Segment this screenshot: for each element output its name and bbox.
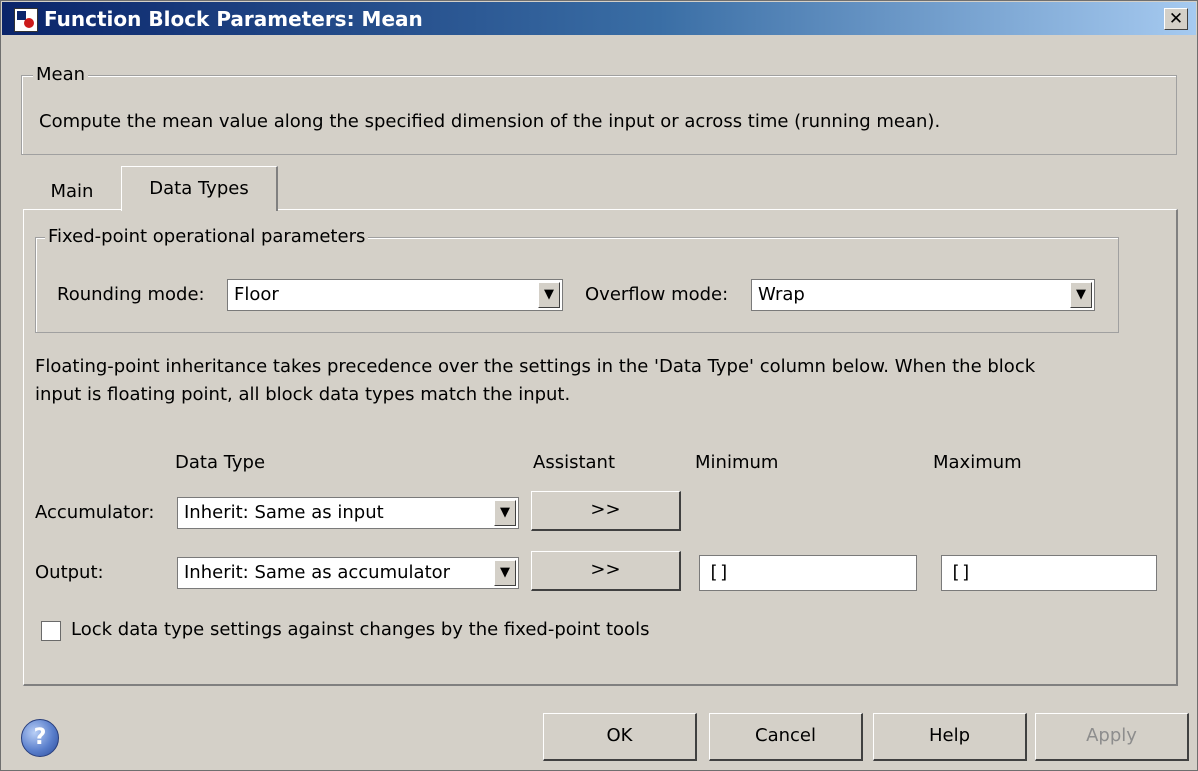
- chevron-down-icon[interactable]: ▼: [1070, 282, 1092, 308]
- overflow-mode-label: Overflow mode:: [585, 284, 729, 305]
- fixed-point-group-legend: Fixed-point operational parameters: [45, 227, 369, 247]
- title-bar[interactable]: Function Block Parameters: Mean ✕: [2, 2, 1196, 35]
- description-group-legend: Mean: [33, 65, 89, 85]
- lock-data-type-checkbox[interactable]: [41, 621, 61, 641]
- accumulator-data-type-select[interactable]: Inherit: Same as input ▼: [177, 497, 519, 529]
- chevron-down-icon[interactable]: ▼: [494, 500, 516, 526]
- rounding-mode-value: Floor: [234, 284, 279, 305]
- output-data-type-value: Inherit: Same as accumulator: [184, 562, 451, 583]
- header-maximum: Maximum: [933, 452, 1022, 473]
- help-button[interactable]: Help: [873, 713, 1027, 761]
- output-data-type-select[interactable]: Inherit: Same as accumulator ▼: [177, 557, 519, 589]
- accumulator-label: Accumulator:: [35, 502, 155, 523]
- overflow-mode-select[interactable]: Wrap ▼: [751, 279, 1095, 311]
- chevron-down-icon[interactable]: ▼: [494, 560, 516, 586]
- cancel-button[interactable]: Cancel: [709, 713, 863, 761]
- output-label: Output:: [35, 562, 104, 583]
- ok-button[interactable]: OK: [543, 713, 697, 761]
- simulink-block-icon: [14, 8, 38, 32]
- inheritance-note-line-1: Floating-point inheritance takes precede…: [35, 356, 1036, 377]
- chevron-down-icon[interactable]: ▼: [538, 282, 560, 308]
- lock-data-type-label[interactable]: Lock data type settings against changes …: [71, 618, 649, 642]
- output-maximum-input[interactable]: []: [941, 555, 1157, 591]
- tab-data-types[interactable]: Data Types: [121, 166, 278, 211]
- accumulator-assistant-button[interactable]: >>: [531, 491, 681, 531]
- inheritance-note-line-2: input is floating point, all block data …: [35, 384, 571, 405]
- output-minimum-value: []: [708, 562, 730, 583]
- block-description: Compute the mean value along the specifi…: [39, 111, 941, 132]
- help-icon[interactable]: ?: [21, 719, 59, 757]
- header-minimum: Minimum: [695, 452, 779, 473]
- apply-button: Apply: [1035, 713, 1189, 761]
- rounding-mode-label: Rounding mode:: [57, 284, 205, 305]
- accumulator-data-type-value: Inherit: Same as input: [184, 502, 384, 523]
- output-minimum-input[interactable]: []: [699, 555, 917, 591]
- window-title: Function Block Parameters: Mean: [44, 7, 423, 31]
- output-maximum-value: []: [950, 562, 972, 583]
- output-assistant-button[interactable]: >>: [531, 551, 681, 591]
- header-assistant: Assistant: [533, 452, 616, 473]
- rounding-mode-select[interactable]: Floor ▼: [227, 279, 563, 311]
- close-button[interactable]: ✕: [1164, 8, 1188, 30]
- tab-main[interactable]: Main: [23, 171, 121, 213]
- overflow-mode-value: Wrap: [758, 284, 805, 305]
- dialog-window: Function Block Parameters: Mean ✕ Mean C…: [0, 0, 1198, 771]
- header-data-type: Data Type: [175, 452, 266, 473]
